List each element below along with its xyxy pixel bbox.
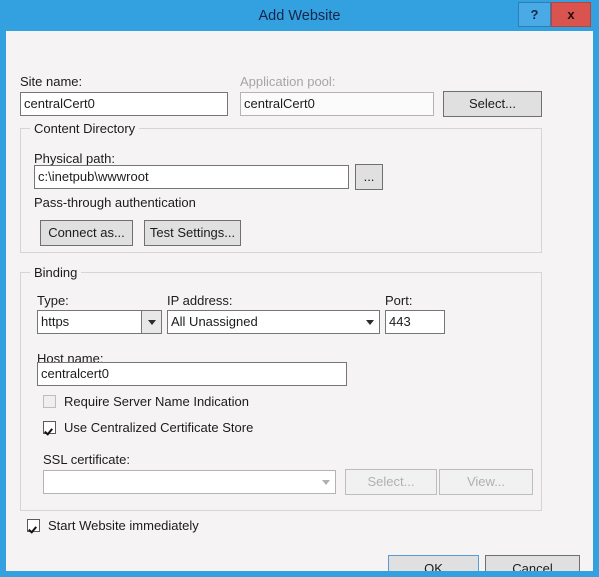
binding-group-title: Binding — [30, 265, 82, 280]
content-directory-group-title: Content Directory — [30, 121, 140, 136]
chevron-down-icon[interactable] — [360, 311, 379, 333]
site-name-label: Site name: — [20, 74, 83, 89]
cancel-button[interactable]: Cancel — [485, 555, 580, 571]
binding-type-select[interactable]: https — [37, 310, 162, 334]
ip-address-label: IP address: — [167, 293, 233, 308]
physical-path-label: Physical path: — [34, 151, 115, 166]
ssl-certificate-value — [44, 471, 316, 493]
checkbox-box — [43, 395, 56, 408]
ssl-certificate-label: SSL certificate: — [43, 452, 130, 467]
select-app-pool-button[interactable]: Select... — [443, 91, 542, 117]
checkbox-box[interactable] — [27, 519, 40, 532]
application-pool-label: Application pool: — [240, 74, 336, 89]
help-icon[interactable]: ? — [518, 2, 551, 27]
title-bar[interactable]: Add Website ? x — [6, 0, 593, 31]
ok-button[interactable]: OK — [388, 555, 479, 571]
require-sni-checkbox: Require Server Name Indication — [43, 394, 249, 409]
require-sni-label: Require Server Name Indication — [64, 394, 249, 409]
close-icon[interactable]: x — [551, 2, 591, 27]
select-ssl-certificate-button: Select... — [345, 469, 437, 495]
application-pool-input: centralCert0 — [240, 92, 434, 116]
dialog-body: Site name: centralCert0 Application pool… — [6, 31, 593, 571]
chevron-down-icon[interactable] — [141, 311, 161, 333]
passthrough-authentication-label: Pass-through authentication — [34, 195, 196, 210]
use-centralized-certificate-store-label: Use Centralized Certificate Store — [64, 420, 254, 435]
browse-physical-path-button[interactable]: ... — [355, 164, 383, 190]
start-website-immediately-label: Start Website immediately — [48, 518, 199, 533]
use-centralized-certificate-store-checkbox[interactable]: Use Centralized Certificate Store — [43, 420, 253, 435]
checkbox-box[interactable] — [43, 421, 56, 434]
add-website-dialog: Add Website ? x Site name: centralCert0 … — [0, 0, 599, 577]
port-input[interactable]: 443 — [385, 310, 445, 334]
port-label: Port: — [385, 293, 413, 308]
physical-path-input[interactable]: c:\inetpub\wwwroot — [34, 165, 349, 189]
connect-as-button[interactable]: Connect as... — [40, 220, 133, 246]
chevron-down-icon — [316, 471, 335, 493]
ip-address-value: All Unassigned — [171, 314, 258, 329]
window-title: Add Website — [258, 8, 341, 24]
caption-button-group: ? x — [518, 2, 591, 27]
view-ssl-certificate-button: View... — [439, 469, 533, 495]
start-website-immediately-checkbox[interactable]: Start Website immediately — [27, 518, 199, 533]
binding-type-value: https — [41, 314, 70, 329]
ssl-certificate-select — [43, 470, 336, 494]
binding-type-label: Type: — [37, 293, 69, 308]
site-name-input[interactable]: centralCert0 — [20, 92, 228, 116]
test-settings-button[interactable]: Test Settings... — [144, 220, 241, 246]
host-name-input[interactable]: centralcert0 — [37, 362, 347, 386]
ip-address-select[interactable]: All Unassigned — [167, 310, 380, 334]
